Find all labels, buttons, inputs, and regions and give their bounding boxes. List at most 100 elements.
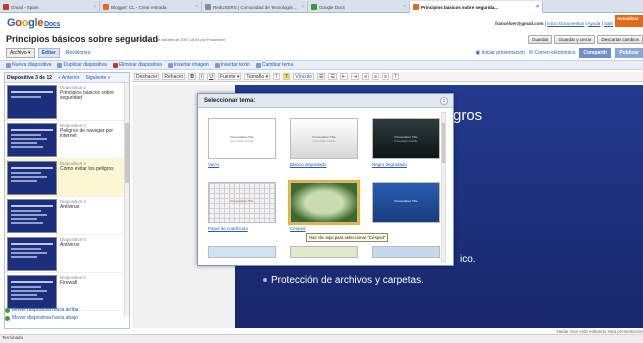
font-dropdown[interactable]: Fuente ▾ — [217, 73, 242, 80]
duplicate-slide-button[interactable]: Duplicar diapositiva — [57, 62, 107, 68]
slide-bullet-text[interactable]: ico. — [460, 254, 476, 265]
theme-preview[interactable]: Presentation Title — [208, 182, 276, 223]
page-icon — [205, 4, 211, 10]
theme-preview[interactable]: Presentation Title Presentation Subtitle — [372, 118, 440, 159]
slide-list-item[interactable]: Diapositiva 2 Peligros de navegar por int… — [5, 121, 129, 159]
slide-list-item[interactable]: Diapositiva 4 Antivirus — [5, 197, 129, 235]
dialog-scrollbar[interactable] — [441, 112, 446, 262]
inicio-documentos-link[interactable]: Inicio Documentos — [547, 21, 584, 26]
bullet-icon — [263, 278, 267, 283]
text-color-button[interactable]: T — [273, 73, 281, 80]
share-button[interactable]: Compartir — [579, 48, 612, 58]
theme-preview[interactable]: Presentation Title — [372, 182, 440, 223]
mail-icon: ✉ — [528, 50, 534, 56]
theme-option-next-row[interactable] — [208, 246, 276, 258]
outdent-button[interactable]: ⇤ — [339, 73, 349, 80]
insert-text-button[interactable]: Insertar texto — [214, 62, 250, 68]
discard-changes-button[interactable]: Descartar cambios — [597, 35, 643, 44]
slide-thumbnail[interactable] — [7, 275, 57, 309]
saved-note: Guardado el 4 de octubre de 2007 16:04 p… — [131, 38, 226, 42]
tooltip: Haz clic aquí para seleccionar "Césped" — [306, 233, 389, 242]
change-theme-button[interactable]: Cambiar tema — [255, 62, 293, 68]
save-and-close-button[interactable]: Guardar y cerrar — [554, 35, 596, 44]
play-icon: ▣ — [475, 50, 481, 56]
close-tab-icon[interactable]: × — [195, 4, 198, 10]
menu-row: Archivo ▾ Editar Revisiones — [6, 48, 93, 58]
slide-thumbnail[interactable] — [7, 161, 57, 195]
theme-option-papel-cuadricula[interactable]: Presentation Title Papel de cuadrícula — [208, 182, 276, 237]
browser-tab-presentation[interactable]: Principios básicos sobre segurida... × — [410, 1, 543, 13]
publish-button[interactable]: Publicar — [615, 48, 643, 58]
close-icon[interactable]: x — [440, 97, 448, 105]
theme-option-negro-degradado[interactable]: Presentation Title Presentation Subtitle … — [372, 118, 440, 173]
slide-list-item[interactable]: Diapositiva 1 Principios básicos sobre se… — [5, 83, 129, 121]
italic-button[interactable]: I — [198, 73, 205, 80]
numbered-list-button[interactable]: ☰ — [316, 73, 326, 80]
slide-thumbnail[interactable] — [7, 123, 57, 157]
slide-list-item[interactable]: Diapositiva 5 Antivirus — [5, 235, 129, 273]
redo-button[interactable]: Rehacer — [162, 73, 186, 80]
image-icon — [167, 62, 173, 68]
bold-button[interactable]: B — [188, 73, 196, 80]
close-tab-icon[interactable]: × — [93, 4, 96, 10]
slides-scrollbar[interactable] — [124, 83, 129, 316]
theme-preview[interactable] — [288, 180, 360, 225]
start-presentation-link[interactable]: ▣ Iniciar presentación — [475, 50, 524, 56]
slide-title-text[interactable]: gros — [453, 107, 482, 124]
undo-button[interactable]: Deshacer — [134, 73, 160, 80]
slide-bullet-text[interactable]: Protección de archivos y carpetas. — [263, 275, 424, 286]
theme-option-blanco-degradado[interactable]: Presentation Title Presentation Subtitle … — [290, 118, 358, 173]
size-dropdown[interactable]: Tamaño ▾ — [244, 73, 271, 80]
theme-preview[interactable] — [290, 246, 358, 258]
user-links: franceloer@gmail.com | Inicio Documentos… — [495, 21, 613, 26]
save-button[interactable]: Guardar — [527, 35, 553, 44]
google-docs-logo[interactable]: GoogleDocs — [7, 17, 60, 29]
browser-tab-gmail[interactable]: Gmail - Spam × — [0, 1, 100, 13]
slide-list-item-selected[interactable]: Diapositiva 3 Cómo evitar los peligros — [5, 159, 129, 197]
theme-preview[interactable] — [208, 246, 276, 258]
highlight-button[interactable]: T — [283, 73, 291, 80]
gmail-icon — [3, 4, 9, 10]
theme-option-vacio[interactable]: Presentation Title Presentation Subtitle … — [208, 118, 276, 173]
underline-button[interactable]: U — [207, 73, 215, 80]
theme-preview[interactable]: Presentation Title Presentation Subtitle — [290, 118, 358, 159]
actualizar-badge[interactable]: Actualizar — [615, 15, 643, 27]
slides-panel-header: Diapositiva 3 de 12 « Anterior Siguiente… — [5, 73, 129, 83]
slide-thumbnail[interactable] — [7, 199, 57, 233]
theme-option-azul[interactable]: Presentation Title — [372, 182, 440, 237]
move-slide-up-button[interactable]: Mover diapositiva hacia arriba — [5, 306, 78, 314]
insert-image-button[interactable]: Insertar imagen — [167, 62, 209, 68]
browser-tab-blogger[interactable]: Blogger: CL - Crear entrada × — [100, 1, 202, 13]
next-slide-link[interactable]: Siguiente » — [85, 75, 110, 81]
close-tab-icon[interactable]: × — [536, 4, 539, 10]
theme-option-cesped[interactable]: Césped — [288, 180, 360, 237]
browser-tab-google-docs[interactable]: Google Docs × — [308, 1, 410, 13]
tab-editar[interactable]: Editar — [37, 48, 60, 58]
theme-option-next-row[interactable] — [372, 246, 440, 258]
ayuda-link[interactable]: Ayuda — [588, 21, 601, 26]
theme-preview[interactable]: Presentation Title Presentation Subtitle — [208, 118, 276, 159]
previous-slide-link[interactable]: « Anterior — [58, 75, 79, 81]
bullet-list-button[interactable]: ☰ — [328, 73, 337, 80]
new-slide-button[interactable]: Nueva diapositiva — [6, 62, 51, 68]
browser-tab-redusers[interactable]: RedUSERS | Comunidad de Tecnología ... × — [202, 1, 308, 13]
email-link[interactable]: ✉ Correo electrónico — [529, 50, 575, 56]
link-button[interactable]: Vínculo — [293, 73, 314, 80]
close-tab-icon[interactable]: × — [301, 4, 304, 10]
salir-link[interactable]: Salir — [604, 21, 613, 26]
move-slide-down-button[interactable]: Mover diapositiva hacia abajo — [5, 314, 78, 322]
file-menu[interactable]: Archivo ▾ — [6, 48, 35, 58]
tab-revisiones[interactable]: Revisiones — [63, 49, 93, 57]
align-center-button[interactable]: ≡ — [372, 73, 380, 80]
slide-counter: Diapositiva 3 de 12 — [7, 74, 53, 81]
close-tab-icon[interactable]: × — [403, 4, 406, 10]
slide-thumbnail[interactable] — [7, 85, 57, 119]
indent-button[interactable]: ⇥ — [351, 73, 360, 80]
clear-format-button[interactable]: T — [392, 73, 400, 80]
theme-option-next-row[interactable] — [290, 246, 358, 258]
theme-preview[interactable] — [372, 246, 440, 258]
slide-thumbnail[interactable] — [7, 237, 57, 271]
align-right-button[interactable]: ≡ — [382, 73, 390, 80]
delete-slide-button[interactable]: Eliminar diapositiva — [112, 62, 162, 68]
align-left-button[interactable]: ≡ — [362, 73, 370, 80]
